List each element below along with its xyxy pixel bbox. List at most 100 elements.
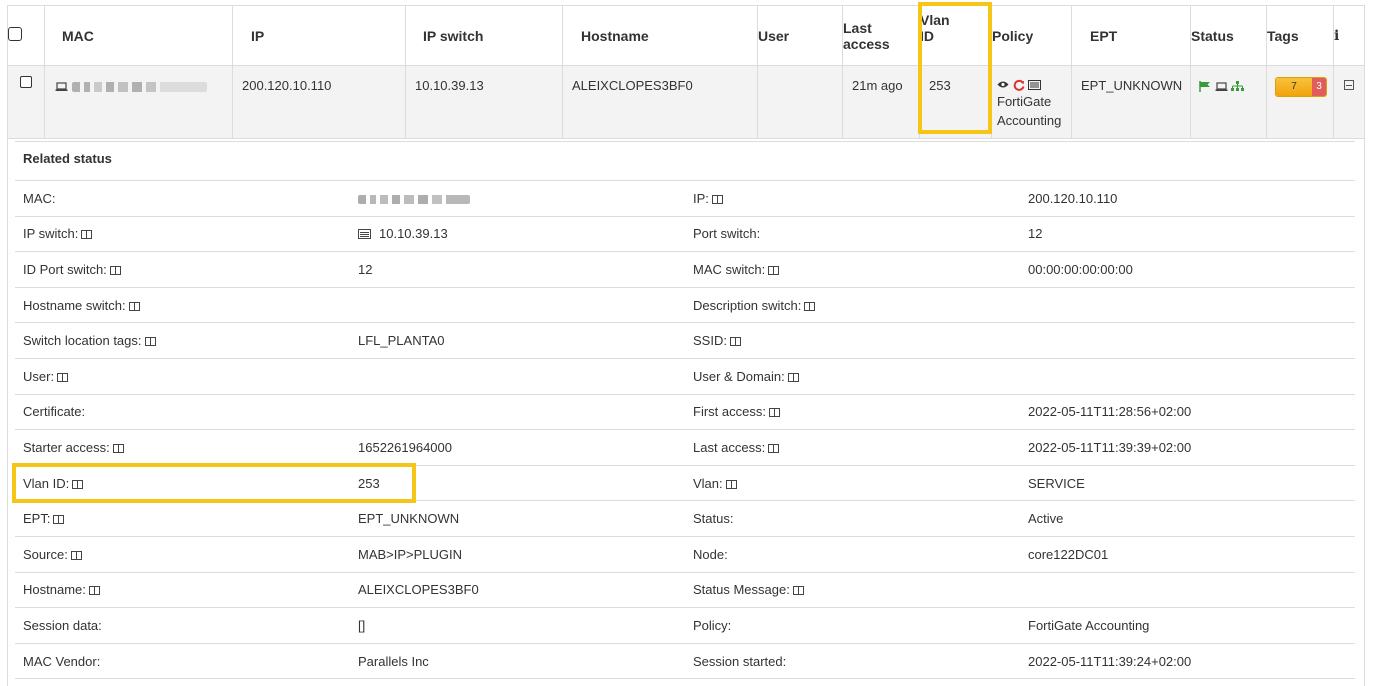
column-icon[interactable] (109, 265, 121, 275)
collapse-icon[interactable] (1344, 80, 1354, 90)
column-icon[interactable] (768, 408, 780, 418)
ip-switch-cell: 10.10.39.13 (405, 65, 563, 139)
column-icon[interactable] (112, 443, 124, 453)
related-value (350, 191, 685, 206)
related-label-text: Source: (23, 546, 68, 562)
related-label: IP: (685, 191, 1020, 206)
column-icon[interactable] (729, 337, 741, 347)
row-select-cell[interactable] (7, 65, 45, 139)
hostname-cell: ALEIXCLOPES3BF0 (562, 65, 758, 139)
column-icon[interactable] (711, 194, 723, 204)
table-row[interactable]: 200.120.10.110 10.10.39.13 ALEIXCLOPES3B… (7, 65, 1365, 139)
related-row: IP switch: 10.10.39.13 Port switch: 12 (15, 217, 1355, 253)
column-icon[interactable] (70, 550, 82, 560)
related-label: ID Port switch: (15, 262, 350, 277)
related-value: core122DC01 (1020, 547, 1355, 562)
related-row: Certificate: First access: 2022-05-11T11:2… (15, 395, 1355, 431)
ept-cell: EPT_UNKNOWN (1071, 65, 1191, 139)
header-ip[interactable]: IP (232, 5, 406, 66)
related-row: Hostname switch: Description switch: (15, 288, 1355, 324)
related-value-text: 2022-05-11T11:39:24+02:00 (1028, 653, 1192, 669)
related-label-text: SSID: (693, 333, 727, 349)
header-policy[interactable]: Policy (991, 5, 1072, 66)
column-icon[interactable] (804, 301, 816, 311)
related-value-text: core122DC01 (1028, 546, 1109, 562)
related-value: Active (1020, 511, 1355, 526)
mac-value-redacted (71, 81, 207, 92)
related-row: Hostname: ALEIXCLOPES3BF0 Status Message: (15, 573, 1355, 609)
header-vlan-id[interactable]: Vlan ID (919, 5, 992, 66)
header-tags[interactable]: Tags (1266, 5, 1334, 66)
eye-icon[interactable] (997, 80, 1009, 89)
related-label-text: Status: (693, 511, 734, 527)
switch-icon (358, 229, 371, 240)
related-row: MAC: IP: 200.120.10.110 (15, 181, 1355, 217)
column-icon[interactable] (72, 479, 84, 489)
related-value: 1652261964000 (350, 440, 685, 455)
column-icon[interactable] (725, 479, 737, 489)
related-value: 10.10.39.13 (350, 226, 685, 241)
column-icon[interactable] (53, 515, 65, 525)
tags-badge[interactable]: 73 (1275, 77, 1327, 97)
column-icon[interactable] (768, 265, 780, 275)
tags-cell: 73 (1266, 65, 1334, 139)
expand-cell[interactable] (1333, 65, 1365, 139)
last-access-cell: 21m ago (842, 65, 920, 139)
header-user[interactable]: User (757, 5, 843, 66)
related-value-text: 1652261964000 (358, 439, 452, 455)
header-select-all[interactable] (7, 5, 45, 66)
column-icon[interactable] (768, 443, 780, 453)
related-label-text: MAC: (23, 190, 56, 206)
network-icon (1231, 81, 1245, 92)
list-icon[interactable] (1028, 79, 1042, 90)
column-icon[interactable] (81, 230, 93, 240)
related-label-text: Switch location tags: (23, 333, 142, 349)
related-label-text: Certificate: (23, 404, 86, 420)
row-checkbox[interactable] (20, 76, 32, 88)
related-label-text: MAC Vendor: (23, 653, 101, 669)
header-mac[interactable]: MAC (44, 5, 233, 66)
header-hostname[interactable]: Hostname (562, 5, 758, 66)
related-row: Source: MAB>IP>PLUGIN Node: core122DC01 (15, 537, 1355, 573)
related-value: 2022-05-11T11:39:24+02:00 (1020, 654, 1355, 669)
related-value-text: 2022-05-11T11:39:39+02:00 (1028, 439, 1192, 455)
header-last-access[interactable]: Last access (842, 5, 920, 66)
related-value: SERVICE (1020, 476, 1355, 491)
column-icon[interactable] (787, 372, 799, 382)
column-icon[interactable] (128, 301, 140, 311)
related-label-text: User & Domain: (693, 368, 785, 384)
related-value-text: 2022-05-11T11:28:56+02:00 (1028, 404, 1192, 420)
related-label-text: MAC switch: (693, 261, 766, 277)
related-value: 2022-05-11T11:28:56+02:00 (1020, 404, 1355, 419)
related-label: Policy: (685, 618, 1020, 633)
related-label-text: Hostname switch: (23, 297, 126, 313)
related-label: MAC: (15, 191, 350, 206)
related-label-text: ID Port switch: (23, 261, 107, 277)
related-value: 253 (350, 476, 685, 491)
related-label: SSID: (685, 333, 1020, 348)
related-label: MAC Vendor: (15, 654, 350, 669)
related-status-rows: MAC: IP: 200.120.10.110 IP switch: 10.10.39.… (15, 181, 1355, 680)
refresh-icon[interactable] (1013, 79, 1025, 91)
related-label-text: IP switch: (23, 226, 79, 242)
header-ept[interactable]: EPT (1071, 5, 1191, 66)
header-status[interactable]: Status (1190, 5, 1267, 66)
related-value-text: MAB>IP>PLUGIN (358, 546, 463, 562)
related-value-text: Active (1028, 511, 1064, 527)
related-label: Source: (15, 547, 350, 562)
related-row: User: User & Domain: (15, 359, 1355, 395)
column-icon[interactable] (144, 337, 156, 347)
policy-cell: FortiGate Accounting (991, 65, 1072, 139)
related-label: Starter access: (15, 440, 350, 455)
related-label: Certificate: (15, 404, 350, 419)
column-icon[interactable] (792, 586, 804, 596)
related-status-title: Related status (15, 141, 1355, 181)
select-all-checkbox[interactable] (8, 27, 22, 41)
related-value-text: 00:00:00:00:00:00 (1028, 261, 1133, 277)
vlan-id-cell: 253 (919, 65, 992, 139)
column-icon[interactable] (57, 372, 69, 382)
column-icon[interactable] (88, 586, 100, 596)
related-value-text: [] (358, 617, 366, 633)
header-ip-switch[interactable]: IP switch (405, 5, 563, 66)
related-label-text: Status Message: (693, 582, 790, 598)
